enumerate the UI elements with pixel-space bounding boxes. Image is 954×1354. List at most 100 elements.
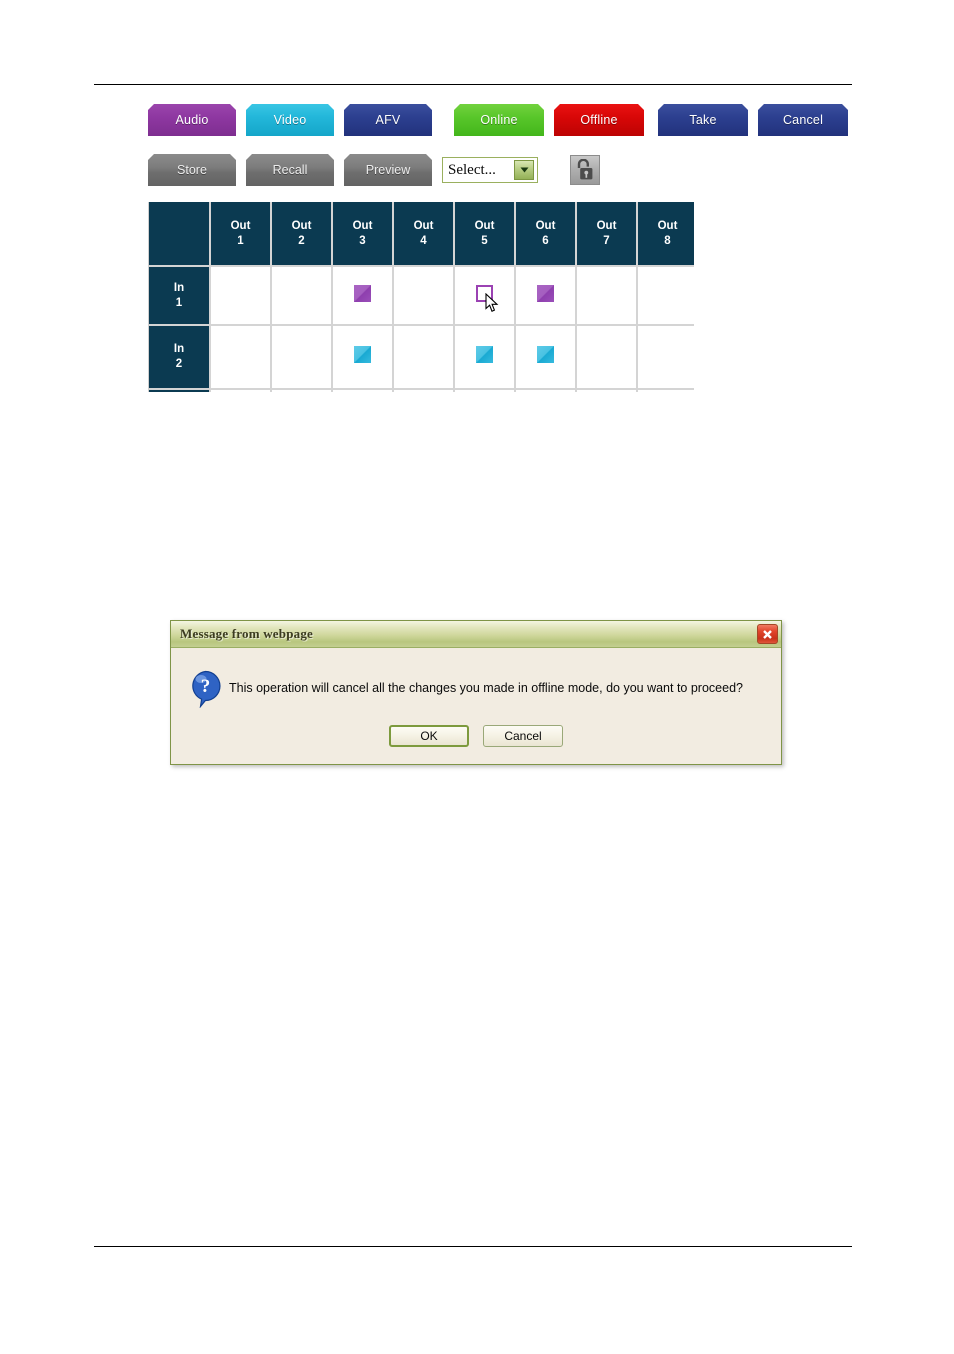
matrix-corner-cell xyxy=(149,202,211,267)
crosspoint-in3-out8[interactable] xyxy=(638,390,694,392)
column-header-out-2-line2: 2 xyxy=(298,234,305,247)
store-button[interactable]: Store xyxy=(148,154,236,186)
row-header-in-1-line1: In xyxy=(173,281,185,294)
crosspoint-in3-out3[interactable] xyxy=(333,390,394,392)
column-header-out-3: Out 3 xyxy=(333,202,394,267)
dialog-body: ? This operation will cancel all the cha… xyxy=(171,648,781,708)
preset-select[interactable]: Select... xyxy=(442,157,538,183)
crosspoint-in2-out7[interactable] xyxy=(577,326,638,390)
video-crosspoint-icon xyxy=(476,346,493,363)
close-icon[interactable] xyxy=(757,624,778,644)
column-header-out-1: Out 1 xyxy=(211,202,272,267)
crosspoint-in2-out6[interactable] xyxy=(516,326,577,390)
recall-button[interactable]: Recall xyxy=(246,154,334,186)
dialog-titlebar: Message from webpage xyxy=(171,621,781,648)
table-row: In 1 xyxy=(149,267,694,326)
afv-crosspoint-icon xyxy=(598,338,615,372)
online-button[interactable]: Online xyxy=(454,104,544,136)
mode-button-row: Audio Video AFV Online Offline Take Canc… xyxy=(148,104,848,136)
video-button-label: Video xyxy=(273,113,307,127)
crosspoint-in1-out6[interactable] xyxy=(516,267,577,326)
page-header-rule xyxy=(94,84,852,85)
offline-button[interactable]: Offline xyxy=(554,104,644,136)
page-footer-rule xyxy=(94,1246,852,1247)
preview-button[interactable]: Preview xyxy=(344,154,432,186)
crosspoint-in1-out2[interactable] xyxy=(272,267,333,326)
crosspoint-in1-out4[interactable] xyxy=(394,267,455,326)
column-header-out-3-line1: Out xyxy=(352,219,373,232)
column-header-out-6-line2: 6 xyxy=(542,234,549,247)
question-mark-icon: ? xyxy=(189,670,229,708)
take-button[interactable]: Take xyxy=(658,104,748,136)
crosspoint-in2-out4[interactable] xyxy=(394,326,455,390)
column-header-out-5-line1: Out xyxy=(474,219,495,232)
table-row: In 3 xyxy=(149,390,694,392)
chevron-down-icon[interactable] xyxy=(514,160,534,180)
crosspoint-matrix: Out 1 Out 2 Out 3 Out 4 Out 5 Out 6 Out … xyxy=(148,202,694,392)
column-header-out-4: Out 4 xyxy=(394,202,455,267)
crosspoint-in3-out2[interactable] xyxy=(272,390,333,392)
column-header-out-5-line2: 5 xyxy=(481,234,488,247)
audio-crosspoint-selected-icon xyxy=(476,284,493,302)
crosspoint-in1-out3[interactable] xyxy=(333,267,394,326)
svg-text:?: ? xyxy=(201,676,211,697)
column-header-out-8-line1: Out xyxy=(657,219,678,232)
crosspoint-in3-out6[interactable] xyxy=(516,390,577,392)
dialog-message: This operation will cancel all the chang… xyxy=(229,681,743,695)
video-crosspoint-icon xyxy=(537,346,554,363)
recall-button-label: Recall xyxy=(272,163,308,177)
audio-crosspoint-icon xyxy=(537,284,554,302)
cancel-button[interactable]: Cancel xyxy=(758,104,848,136)
crosspoint-in1-out7[interactable] xyxy=(577,267,638,326)
afv-crosspoint-icon xyxy=(232,338,249,372)
crosspoint-in1-out8[interactable] xyxy=(638,267,694,326)
video-button[interactable]: Video xyxy=(246,104,334,136)
crosspoint-in1-out5[interactable] xyxy=(455,267,516,326)
column-header-out-7-line2: 7 xyxy=(603,234,610,247)
row-header-in-2-line2: 2 xyxy=(175,358,183,370)
online-button-label: Online xyxy=(480,113,518,127)
afv-button[interactable]: AFV xyxy=(344,104,432,136)
message-dialog: Message from webpage ? This operation wi… xyxy=(170,620,782,765)
afv-crosspoint-icon xyxy=(415,338,432,372)
preset-select-value: Select... xyxy=(448,161,496,178)
audio-button[interactable]: Audio xyxy=(148,104,236,136)
column-header-out-2-line1: Out xyxy=(291,219,312,232)
crosspoint-in2-out3[interactable] xyxy=(333,326,394,390)
preset-button-row: Store Recall Preview Select... xyxy=(148,154,848,186)
column-header-out-6-line1: Out xyxy=(535,219,556,232)
cancel-button-label: Cancel xyxy=(782,113,824,127)
dialog-cancel-button[interactable]: Cancel xyxy=(483,725,563,747)
crosspoint-in2-out2[interactable] xyxy=(272,326,333,390)
column-header-out-4-line2: 4 xyxy=(420,234,427,247)
crosspoint-in3-out4[interactable] xyxy=(394,390,455,392)
crosspoint-in2-out8[interactable] xyxy=(638,326,694,390)
offline-button-label: Offline xyxy=(580,113,618,127)
crosspoint-in3-out5[interactable] xyxy=(455,390,516,392)
crosspoint-in1-out1[interactable] xyxy=(211,267,272,326)
audio-button-label: Audio xyxy=(175,113,209,127)
afv-button-label: AFV xyxy=(375,113,401,127)
row-header-in-2: In 2 xyxy=(149,326,211,390)
crosspoint-in3-out1[interactable] xyxy=(211,390,272,392)
column-header-out-8: Out 8 xyxy=(638,202,694,267)
take-button-label: Take xyxy=(689,113,717,127)
table-row: In 2 xyxy=(149,326,694,390)
row-header-in-1: In 1 xyxy=(149,267,211,326)
dialog-ok-button[interactable]: OK xyxy=(389,725,469,747)
column-header-out-1-line2: 1 xyxy=(237,234,244,247)
crosspoint-in2-out1[interactable] xyxy=(211,326,272,390)
switcher-control-panel: Audio Video AFV Online Offline Take Canc… xyxy=(148,104,848,392)
matrix-header-row: Out 1 Out 2 Out 3 Out 4 Out 5 Out 6 Out … xyxy=(149,202,694,267)
row-header-in-1-line2: 1 xyxy=(175,296,183,309)
row-header-in-2-line1: In xyxy=(173,343,185,355)
dialog-cancel-button-label: Cancel xyxy=(504,729,542,743)
lock-toggle-button[interactable] xyxy=(570,155,600,185)
column-header-out-1-line1: Out xyxy=(230,219,251,232)
padlock-open-icon xyxy=(576,159,595,181)
column-header-out-6: Out 6 xyxy=(516,202,577,267)
column-header-out-4-line1: Out xyxy=(413,219,434,232)
crosspoint-in2-out5[interactable] xyxy=(455,326,516,390)
crosspoint-in3-out7[interactable] xyxy=(577,390,638,392)
audio-crosspoint-icon xyxy=(354,284,371,302)
